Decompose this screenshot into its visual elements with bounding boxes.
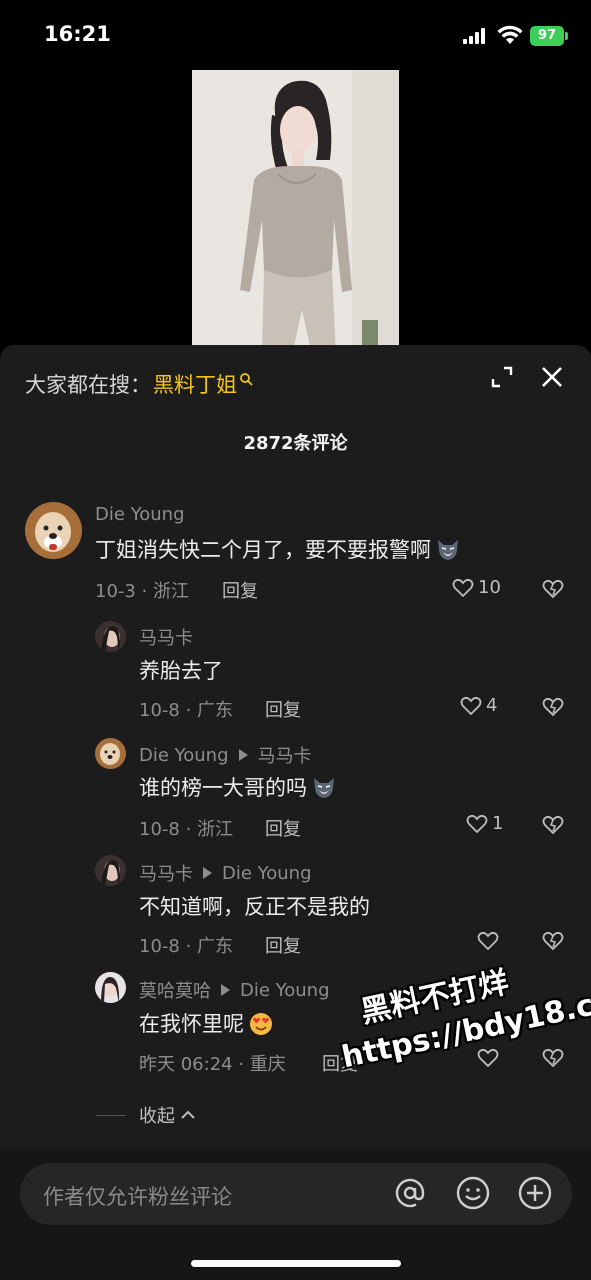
at-icon[interactable]	[392, 1175, 428, 1211]
heart-icon	[452, 578, 474, 597]
expand-icon[interactable]	[490, 365, 514, 389]
search-prefix: 大家都在搜：	[25, 373, 151, 397]
like-button[interactable]: 10	[452, 577, 501, 598]
wolf-emoji-icon	[314, 778, 334, 798]
plus-icon[interactable]	[517, 1175, 553, 1211]
search-term-link[interactable]: 黑料丁姐	[153, 369, 237, 399]
comments-sheet: 大家都在搜： 黑料丁姐 2872条评论 Die Young 丁姐消失快二个月了，…	[0, 345, 591, 1280]
like-button[interactable]: 4	[460, 695, 497, 716]
reply-arrow-icon	[221, 984, 230, 996]
close-icon[interactable]	[540, 365, 564, 389]
reply-arrow-icon	[238, 749, 248, 761]
comment-meta: 10-8 · 广东	[139, 936, 234, 957]
wifi-icon	[497, 25, 523, 44]
avatar[interactable]	[95, 855, 126, 886]
comment-text: 在我怀里呢	[139, 1008, 274, 1038]
reply-button[interactable]: 回复	[265, 932, 301, 958]
dislike-icon[interactable]	[542, 815, 564, 835]
like-count: 1	[492, 813, 504, 834]
heart-icon	[477, 931, 499, 951]
collapse-replies-button[interactable]: 收起	[96, 1102, 197, 1128]
status-time: 16:21	[44, 22, 111, 46]
comment-text: 谁的榜一大哥的吗	[139, 772, 337, 802]
like-count: 10	[478, 577, 501, 598]
comment-author[interactable]: Die Young	[95, 504, 185, 525]
comment-author-line: 马马卡 Die Young	[139, 860, 312, 886]
emoji-icon[interactable]	[455, 1175, 491, 1211]
dislike-icon[interactable]	[542, 579, 564, 599]
home-indicator[interactable]	[191, 1260, 401, 1267]
dislike-icon[interactable]	[542, 697, 564, 717]
like-button[interactable]	[477, 931, 499, 951]
like-button[interactable]: 1	[466, 813, 503, 834]
comment-body: 谁的榜一大哥的吗	[139, 776, 307, 800]
comment-author-line: Die Young	[95, 504, 185, 525]
comment-author[interactable]: 马马卡	[139, 860, 193, 886]
search-icon	[240, 373, 253, 386]
reply-button[interactable]: 回复	[265, 815, 301, 841]
comment-input-bar: 作者仅允许粉丝评论	[0, 1148, 591, 1280]
comment-body: 丁姐消失快二个月了，要不要报警啊	[95, 538, 431, 562]
reply-target[interactable]: Die Young	[222, 863, 312, 884]
comment-text: 养胎去了	[139, 655, 223, 685]
heart-icon	[466, 814, 488, 833]
comment-author-line: 马马卡	[139, 624, 193, 650]
collapse-label: 收起	[139, 1106, 175, 1127]
comment-text: 不知道啊，反正不是我的	[139, 891, 370, 921]
avatar[interactable]	[95, 738, 126, 769]
status-bar: 16:21 97	[0, 0, 591, 70]
heart-icon	[460, 696, 482, 715]
chevron-up-icon	[181, 1110, 195, 1119]
comment-author[interactable]: Die Young	[139, 745, 229, 766]
like-button[interactable]	[477, 1048, 499, 1068]
reply-button[interactable]: 回复	[222, 577, 258, 603]
wolf-emoji-icon	[438, 540, 458, 560]
comment-body: 在我怀里呢	[139, 1012, 244, 1036]
comment-meta: 10-8 · 浙江	[139, 819, 234, 840]
comment-author-line: 莫哈莫哈 Die Young	[139, 977, 330, 1003]
battery-icon: 97	[530, 26, 564, 46]
like-count: 4	[486, 695, 498, 716]
trending-search[interactable]: 大家都在搜： 黑料丁姐	[25, 369, 253, 399]
avatar[interactable]	[25, 502, 82, 559]
reply-button[interactable]: 回复	[265, 696, 301, 722]
comment-body: 养胎去了	[139, 659, 223, 683]
comment-meta: 昨天 06:24 · 重庆	[139, 1054, 286, 1075]
comment-text: 丁姐消失快二个月了，要不要报警啊	[95, 534, 461, 564]
video-figure	[192, 70, 399, 355]
heart-icon	[477, 1048, 499, 1068]
dislike-icon[interactable]	[542, 1048, 564, 1068]
comment-meta: 10-3 · 浙江	[95, 581, 190, 602]
video-preview[interactable]	[192, 70, 399, 355]
avatar[interactable]	[95, 972, 126, 1003]
comment-author[interactable]: 马马卡	[139, 624, 193, 650]
reply-arrow-icon	[203, 867, 212, 879]
comment-count: 2872条评论	[243, 433, 348, 454]
comment-author-line: Die Young 马马卡	[139, 742, 312, 768]
signal-icon	[463, 28, 489, 44]
comment-author[interactable]: 莫哈莫哈	[139, 977, 211, 1003]
dislike-icon[interactable]	[542, 931, 564, 951]
avatar[interactable]	[95, 621, 126, 652]
input-placeholder: 作者仅允许粉丝评论	[43, 1185, 232, 1209]
comment-meta: 10-8 · 广东	[139, 700, 234, 721]
comment-input[interactable]: 作者仅允许粉丝评论	[20, 1163, 572, 1225]
comment-body: 不知道啊，反正不是我的	[139, 895, 370, 919]
collapse-divider	[96, 1114, 126, 1116]
battery-tip	[565, 32, 568, 40]
reply-target[interactable]: Die Young	[240, 980, 330, 1001]
reply-target[interactable]: 马马卡	[258, 742, 312, 768]
heart-eyes-emoji-icon	[250, 1013, 272, 1035]
